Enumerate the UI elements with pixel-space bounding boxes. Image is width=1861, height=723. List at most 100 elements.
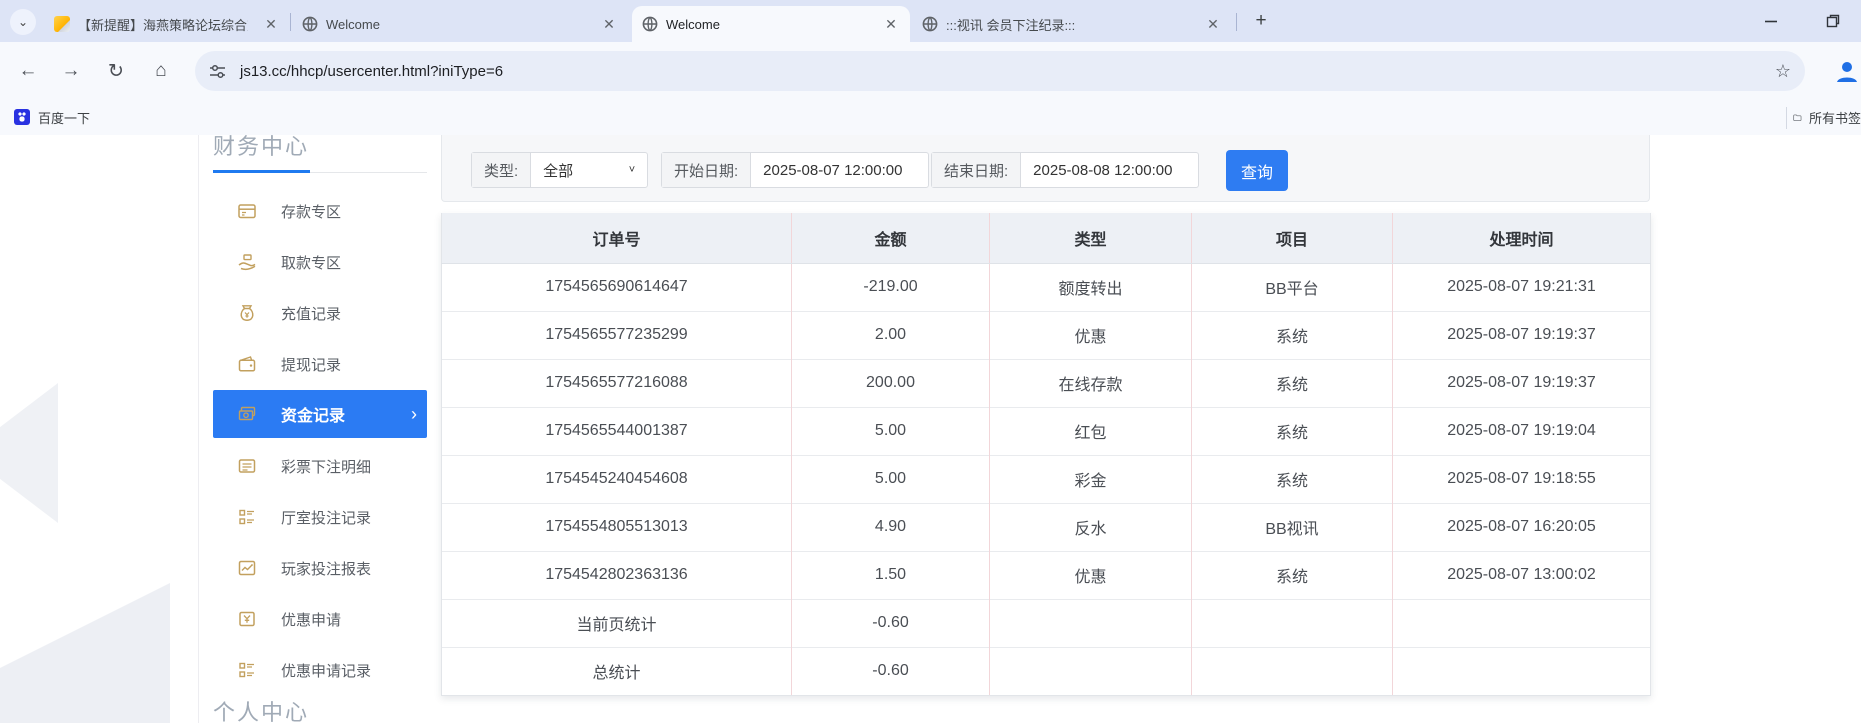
browser-tab-3-active[interactable]: Welcome ✕	[632, 6, 910, 42]
cell-order-no: 1754565577235299	[441, 310, 792, 359]
cell-label: 当前页统计	[441, 598, 792, 647]
cell-order-no: 1754554805513013	[441, 502, 792, 551]
type-select[interactable]: 全部 ˅	[531, 153, 647, 187]
baidu-favicon	[14, 109, 30, 125]
table-header-row: 订单号 金额 类型 项目 处理时间	[441, 213, 1651, 264]
table-row-page-total: 当前页统计 -0.60	[441, 598, 1651, 647]
bookmark-label: 百度一下	[38, 110, 91, 126]
browser-toolbar: ← → ↻ ⌂ js13.cc/hhcp/usercenter.html?ini…	[0, 42, 1861, 100]
cell-type: 红包	[989, 406, 1192, 455]
restore-button[interactable]	[1818, 10, 1848, 32]
table-row: 1754565690614647 -219.00 额度转出 BB平台 2025-…	[441, 262, 1651, 311]
sidebar-left-border	[198, 135, 199, 723]
reload-button[interactable]: ↻	[99, 54, 133, 88]
sidebar-item-funds-record[interactable]: 资金记录 ›	[213, 390, 427, 438]
cell-project: 系统	[1191, 406, 1393, 455]
cell-empty	[1392, 598, 1651, 647]
new-tab-button[interactable]: +	[1248, 8, 1274, 34]
all-bookmarks-button[interactable]: 所有书签	[1786, 100, 1861, 135]
cell-order-no: 1754565577216088	[441, 358, 792, 407]
all-bookmarks-label: 所有书签	[1808, 111, 1861, 126]
bookmark-star-icon[interactable]: ☆	[1775, 61, 1791, 82]
minimize-icon	[1765, 20, 1777, 23]
cell-empty	[989, 598, 1192, 647]
cell-time: 2025-08-07 19:19:04	[1392, 406, 1651, 455]
url-text[interactable]: js13.cc/hhcp/usercenter.html?iniType=6	[240, 63, 503, 80]
profile-avatar-icon[interactable]	[1833, 57, 1861, 85]
table-row: 1754554805513013 4.90 反水 BB视讯 2025-08-07…	[441, 502, 1651, 551]
cell-amount: 4.90	[791, 502, 990, 551]
sidebar-item-withdraw-zone[interactable]: 取款专区	[213, 237, 427, 287]
tab-search-button[interactable]: ⌄	[10, 9, 36, 35]
chart-report-icon	[238, 560, 256, 576]
sidebar-item-withdrawal-record[interactable]: 提现记录	[213, 339, 427, 389]
cell-empty	[1191, 598, 1393, 647]
sidebar-item-label: 存款专区	[281, 203, 342, 221]
funds-record-table: 订单号 金额 类型 项目 处理时间 1754565690614647 -219.…	[441, 213, 1651, 696]
home-button[interactable]: ⌂	[144, 54, 178, 88]
close-tab-icon[interactable]: ✕	[882, 15, 900, 33]
cell-order-no: 1754565690614647	[441, 262, 792, 311]
cell-project: 系统	[1191, 358, 1393, 407]
chevron-down-icon: ˅	[628, 164, 636, 176]
sidebar-item-deposit-zone[interactable]: 存款专区	[213, 186, 427, 236]
column-header-project: 项目	[1191, 213, 1393, 264]
money-bag-icon	[240, 305, 254, 321]
column-header-order-no: 订单号	[441, 213, 792, 264]
sidebar-section-personal: 个人中心	[213, 700, 310, 723]
cell-time: 2025-08-07 16:20:05	[1392, 502, 1651, 551]
close-tab-icon[interactable]: ✕	[262, 15, 280, 33]
site-settings-icon[interactable]	[209, 63, 226, 80]
forward-button[interactable]: →	[54, 54, 88, 88]
wallet-icon	[238, 356, 256, 372]
deposit-card-icon	[238, 204, 256, 219]
cell-type: 在线存款	[989, 358, 1192, 407]
bookmark-baidu[interactable]: 百度一下	[8, 104, 96, 130]
folder-icon	[1793, 114, 1802, 121]
end-date-input[interactable]: 2025-08-08 12:00:00	[1021, 153, 1198, 187]
type-filter-group: 类型: 全部 ˅	[471, 152, 649, 188]
cell-amount: 1.50	[791, 550, 990, 599]
cell-time: 2025-08-07 19:19:37	[1392, 310, 1651, 359]
minimize-button[interactable]	[1756, 10, 1786, 32]
cell-project: 系统	[1191, 310, 1393, 359]
start-date-group: 开始日期: 2025-08-07 12:00:00	[661, 152, 930, 188]
close-tab-icon[interactable]: ✕	[1204, 15, 1222, 33]
table-row: 1754545240454608 5.00 彩金 系统 2025-08-07 1…	[441, 454, 1651, 503]
browser-tab-4[interactable]: :::视讯 会员下注纪录::: ✕	[912, 6, 1232, 42]
cell-project: 系统	[1191, 550, 1393, 599]
sidebar-item-label: 取款专区	[281, 254, 342, 272]
cell-project: BB平台	[1191, 262, 1393, 311]
sidebar-item-hall-bet-record[interactable]: 厅室投注记录	[213, 492, 427, 542]
start-date-input[interactable]: 2025-08-07 12:00:00	[751, 153, 928, 187]
cell-type: 彩金	[989, 454, 1192, 503]
address-bar[interactable]: js13.cc/hhcp/usercenter.html?iniType=6 ☆	[195, 51, 1805, 91]
forum-favicon	[54, 16, 70, 32]
end-date-label: 结束日期:	[932, 153, 1022, 187]
sidebar-item-player-bet-report[interactable]: 玩家投注报表	[213, 543, 427, 593]
restore-icon	[1826, 14, 1840, 28]
filter-panel: 类型: 全部 ˅ 开始日期: 2025-08-07 12:00:00 结束日期:…	[441, 135, 1650, 202]
browser-tab-2[interactable]: Welcome ✕	[292, 6, 628, 42]
tab-title: 【新提醒】海燕策略论坛综合交	[78, 17, 248, 33]
type-select-value: 全部	[543, 162, 574, 180]
table-row: 1754542802363136 1.50 优惠 系统 2025-08-07 1…	[441, 550, 1651, 599]
sidebar-item-promo-apply-record[interactable]: 优惠申请记录	[213, 645, 427, 695]
cell-amount: 5.00	[791, 454, 990, 503]
cell-amount: 2.00	[791, 310, 990, 359]
sidebar-item-promo-apply[interactable]: 优惠申请	[213, 594, 427, 644]
cell-empty	[1392, 646, 1651, 696]
column-header-amount: 金额	[791, 213, 990, 264]
sidebar-item-lottery-bet-detail[interactable]: 彩票下注明细	[213, 441, 427, 491]
close-tab-icon[interactable]: ✕	[600, 15, 618, 33]
cell-project: 系统	[1191, 454, 1393, 503]
tab-title: Welcome	[666, 16, 720, 32]
search-button[interactable]: 查询	[1226, 150, 1288, 191]
back-button[interactable]: ←	[11, 54, 45, 88]
cell-type: 反水	[989, 502, 1192, 551]
sidebar-item-recharge-record[interactable]: 充值记录	[213, 288, 427, 338]
browser-tab-1[interactable]: 【新提醒】海燕策略论坛综合交 ✕	[44, 6, 290, 42]
tab-title: :::视讯 会员下注纪录:::	[946, 17, 1076, 33]
tab-separator	[1236, 13, 1237, 31]
coupon-icon	[239, 611, 255, 627]
